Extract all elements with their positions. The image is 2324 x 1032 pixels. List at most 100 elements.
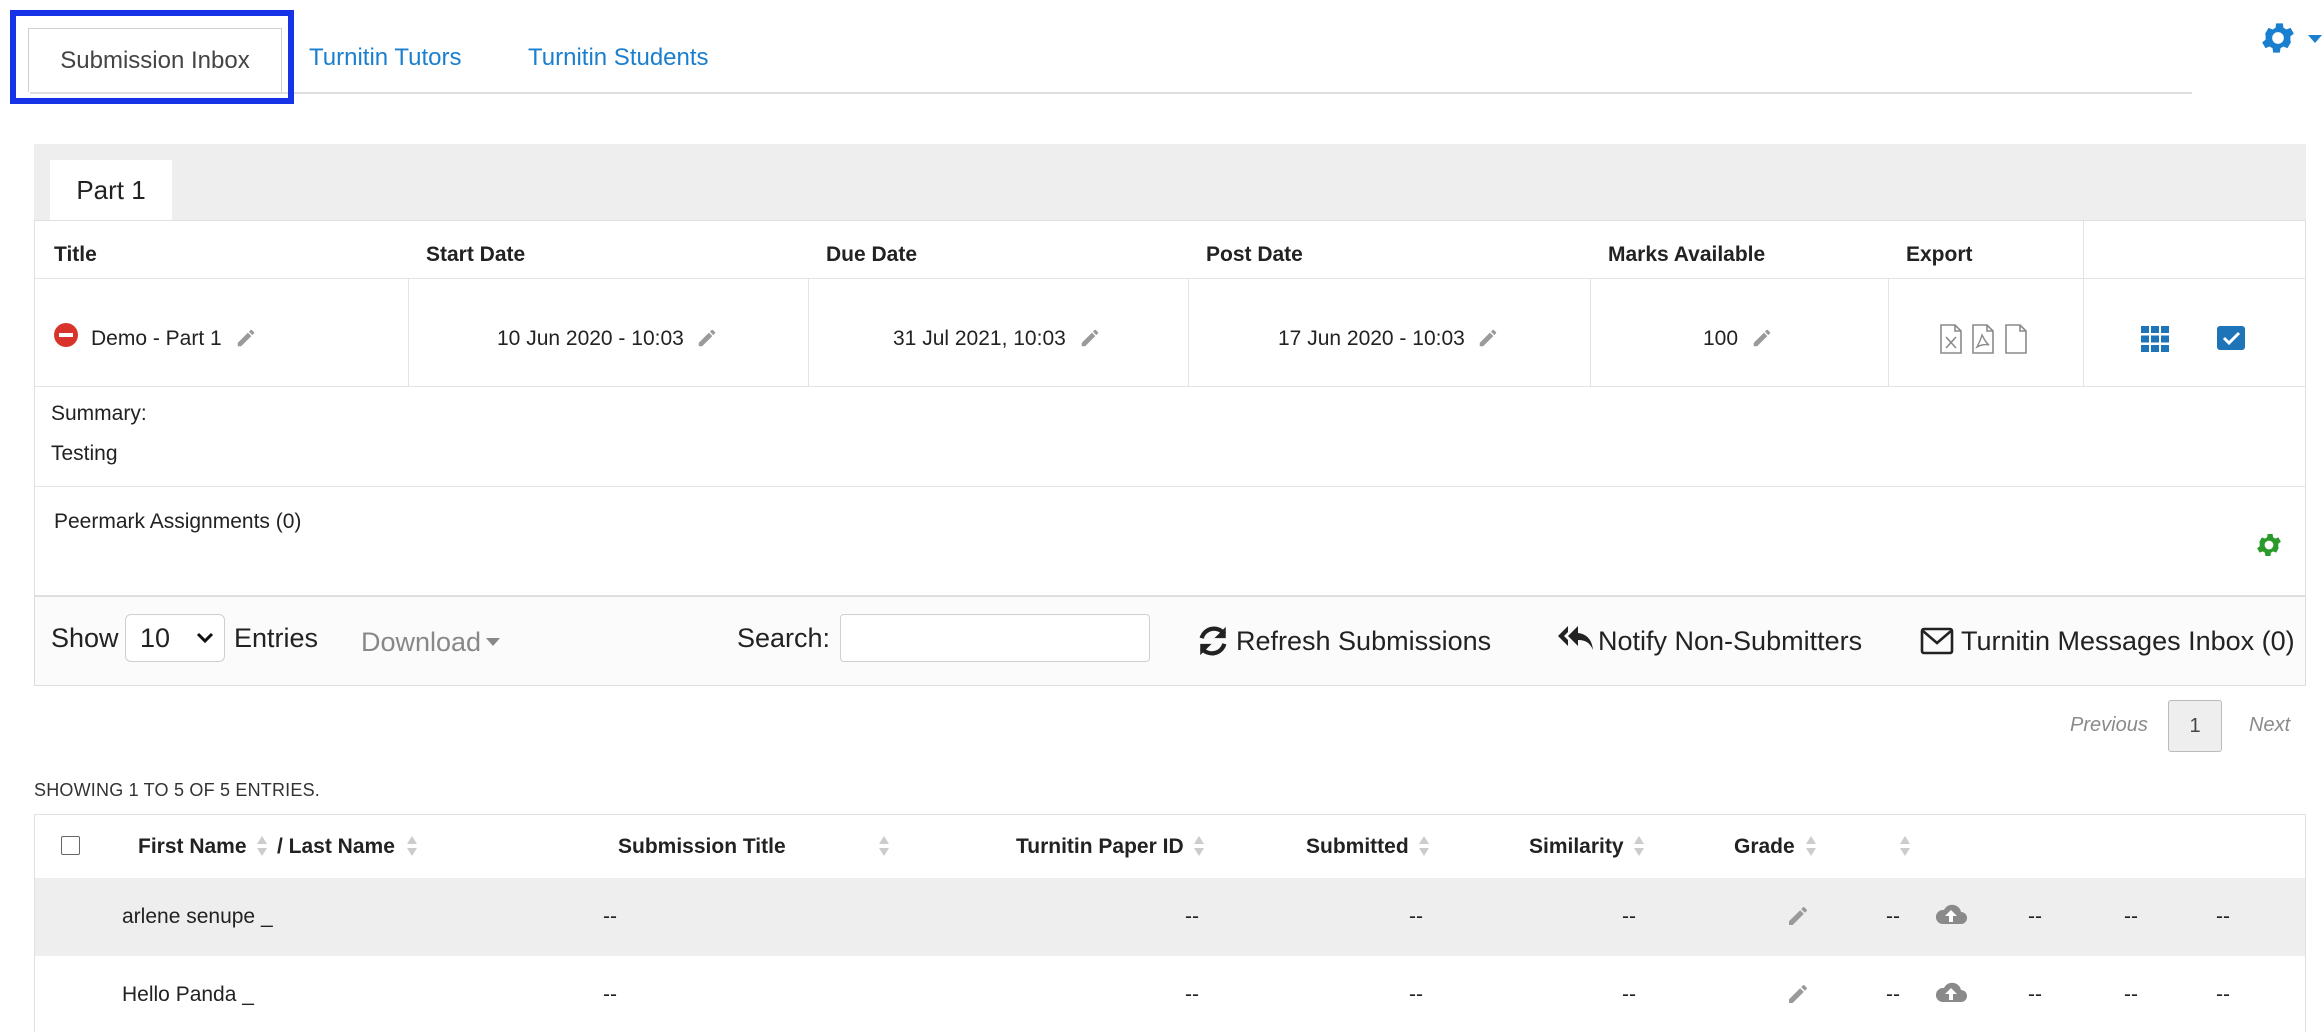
due-date-value: 31 Jul 2021, 10:03 (893, 327, 1066, 350)
col-header-post-date: Post Date (1206, 243, 1303, 266)
tab-part-1-label: Part 1 (76, 174, 146, 205)
col-header-turnitin-paper-id[interactable]: Turnitin Paper ID (1016, 835, 1184, 859)
tab-turnitin-tutors[interactable]: Turnitin Tutors (309, 44, 462, 72)
showing-entries-info: SHOWING 1 TO 5 OF 5 ENTRIES. (34, 780, 320, 800)
part-tabs-panel (34, 144, 2306, 220)
peermark-assignments: Peermark Assignments (0) (54, 510, 302, 533)
settings-gear-icon[interactable] (2258, 18, 2298, 58)
refresh-submissions-button[interactable]: Refresh Submissions (1236, 626, 1491, 657)
col-header-first-name[interactable]: First Name (138, 835, 247, 859)
post-date-value: 17 Jun 2020 - 10:03 (1278, 327, 1465, 350)
col-header-due-date: Due Date (826, 243, 918, 266)
pencil-icon[interactable] (1751, 327, 1773, 349)
pencil-icon[interactable] (1786, 904, 1810, 928)
cell-value: -- (2028, 905, 2042, 928)
pencil-icon[interactable] (1079, 327, 1101, 349)
col-header-marks-available: Marks Available (1608, 243, 1766, 266)
similarity-value: -- (1622, 983, 1636, 1006)
col-header-start-date: Start Date (426, 243, 526, 266)
grade-value: -- (1886, 983, 1900, 1006)
entries-select-value: 10 (140, 622, 171, 653)
check-square-icon[interactable] (2217, 326, 2245, 350)
settings-caret-icon[interactable] (2308, 34, 2322, 44)
submitted-value: -- (1409, 983, 1423, 1006)
cloud-upload-icon[interactable] (1935, 980, 1967, 1006)
paper-id: -- (1185, 905, 1199, 928)
assignment-title: Demo - Part 1 (91, 327, 222, 350)
select-all-checkbox[interactable] (61, 836, 80, 855)
turnitin-messages-inbox-button[interactable]: Turnitin Messages Inbox (0) (1961, 626, 2295, 657)
pdf-file-icon[interactable] (1971, 324, 1995, 354)
pencil-icon[interactable] (1477, 327, 1499, 349)
divider (35, 486, 2305, 487)
student-name[interactable]: arlene senupe _ (122, 905, 273, 929)
pagination-page-1-label: 1 (2189, 714, 2201, 737)
tab-part-1[interactable]: Part 1 (50, 160, 172, 220)
divider (35, 278, 2305, 279)
pencil-icon[interactable] (235, 327, 257, 349)
divider (2083, 221, 2084, 386)
search-input[interactable] (840, 614, 1150, 662)
col-header-title: Title (54, 243, 97, 266)
cell-value: -- (2216, 983, 2230, 1006)
show-label: Show (51, 623, 119, 653)
col-header-last-name[interactable]: / Last Name (277, 835, 395, 859)
summary-text: Testing (51, 442, 118, 465)
pencil-icon[interactable] (1786, 982, 1810, 1006)
pencil-icon[interactable] (696, 327, 718, 349)
summary-label: Summary: (51, 402, 147, 425)
sort-icon[interactable] (1633, 835, 1645, 857)
paper-id: -- (1185, 983, 1199, 1006)
entries-label: Entries (234, 623, 319, 653)
pagination-next[interactable]: Next (2249, 714, 2290, 737)
sort-icon[interactable] (878, 835, 890, 857)
minus-circle-icon (54, 323, 78, 347)
focus-highlight (10, 10, 294, 104)
divider (35, 386, 2305, 387)
grade-value: -- (1886, 905, 1900, 928)
start-date-value: 10 Jun 2020 - 10:03 (497, 327, 684, 350)
col-header-similarity[interactable]: Similarity (1529, 835, 1624, 859)
reply-all-icon[interactable] (1558, 622, 1594, 656)
col-header-export: Export (1906, 243, 1973, 266)
sort-icon[interactable] (1899, 835, 1911, 857)
caret-down-icon (486, 638, 500, 646)
submitted-value: -- (1409, 905, 1423, 928)
col-header-grade[interactable]: Grade (1734, 835, 1795, 859)
col-header-submission-title[interactable]: Submission Title (618, 835, 786, 859)
file-icon[interactable] (2004, 324, 2028, 354)
sort-icon[interactable] (1418, 835, 1430, 857)
pagination-previous[interactable]: Previous (2070, 714, 2148, 737)
tab-turnitin-students[interactable]: Turnitin Students (528, 44, 709, 72)
search-label: Search: (737, 623, 831, 653)
cloud-upload-icon[interactable] (1935, 902, 1967, 928)
divider (1888, 278, 1889, 386)
chevron-down-icon (196, 632, 214, 644)
sort-icon[interactable] (256, 835, 268, 857)
cell-value: -- (2216, 905, 2230, 928)
refresh-icon[interactable] (1196, 624, 1230, 658)
col-header-submitted[interactable]: Submitted (1306, 835, 1409, 859)
pagination-page-1[interactable]: 1 (2168, 700, 2222, 752)
cell-value: -- (2028, 983, 2042, 1006)
envelope-icon[interactable] (1920, 626, 1954, 656)
submission-title: -- (603, 983, 617, 1006)
student-name[interactable]: Hello Panda _ (122, 983, 254, 1007)
cell-value: -- (2124, 983, 2138, 1006)
notify-non-submitters-button[interactable]: Notify Non-Submitters (1598, 626, 1862, 657)
grid-icon[interactable] (2141, 326, 2169, 352)
excel-file-icon[interactable] (1939, 324, 1963, 354)
sort-icon[interactable] (1805, 835, 1817, 857)
tabbar-divider (30, 92, 2192, 94)
similarity-value: -- (1622, 905, 1636, 928)
sort-icon[interactable] (406, 835, 418, 857)
cell-value: -- (2124, 905, 2138, 928)
assignment-table (34, 220, 2306, 596)
divider (408, 278, 409, 386)
submission-title: -- (603, 905, 617, 928)
peermark-settings-gear-icon[interactable] (2254, 530, 2284, 560)
divider (1188, 278, 1189, 386)
divider (1590, 278, 1591, 386)
download-dropdown[interactable]: Download (361, 627, 481, 658)
sort-icon[interactable] (1193, 835, 1205, 857)
